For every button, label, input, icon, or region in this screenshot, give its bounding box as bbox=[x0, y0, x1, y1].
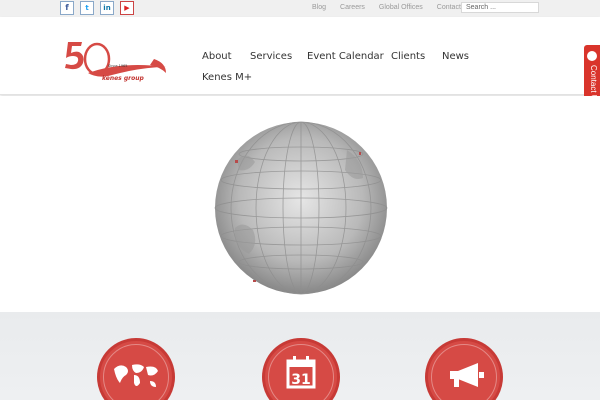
link-global-offices[interactable]: Global Offices bbox=[379, 4, 423, 11]
feature-world-map[interactable] bbox=[97, 338, 175, 400]
link-careers[interactable]: Careers bbox=[340, 4, 365, 11]
nav-clients[interactable]: Clients bbox=[391, 51, 425, 62]
feature-megaphone[interactable] bbox=[425, 338, 503, 400]
youtube-glyph: ▶ bbox=[124, 3, 130, 12]
nav-about[interactable]: About bbox=[202, 51, 232, 62]
nav-services[interactable]: Services bbox=[250, 51, 292, 62]
calendar-day: 31 bbox=[291, 372, 310, 388]
megaphone-icon bbox=[450, 363, 484, 387]
logo-since: Since 1965 bbox=[108, 64, 128, 68]
linkedin-glyph: in bbox=[103, 3, 111, 12]
facebook-glyph: f bbox=[65, 3, 69, 12]
link-blog[interactable]: Blog bbox=[312, 4, 326, 11]
hero-section bbox=[0, 96, 600, 312]
page: f t in ▶ Blog Careers Global Offices Con… bbox=[0, 0, 600, 400]
nav-news[interactable]: News bbox=[442, 51, 469, 62]
linkedin-icon[interactable]: in bbox=[100, 1, 114, 15]
top-utility-bar: f t in ▶ Blog Careers Global Offices Con… bbox=[0, 0, 600, 17]
features-section: 31 bbox=[0, 312, 600, 400]
nav-kenes-m-plus[interactable]: Kenes M+ bbox=[202, 72, 252, 83]
kenes-logo[interactable]: Since 1965 kenes group bbox=[62, 39, 170, 83]
twitter-glyph: t bbox=[85, 3, 89, 12]
nav-event-calendar[interactable]: Event Calendar bbox=[307, 51, 384, 62]
top-links: Blog Careers Global Offices Contact Us bbox=[312, 4, 485, 11]
world-map-icon bbox=[114, 364, 158, 387]
globe-icon bbox=[214, 121, 388, 295]
social-links: f t in ▶ bbox=[60, 1, 134, 15]
youtube-icon[interactable]: ▶ bbox=[120, 1, 134, 15]
contact-icon bbox=[587, 51, 597, 61]
logo-brand: kenes group bbox=[102, 75, 144, 82]
feature-calendar[interactable]: 31 bbox=[262, 338, 340, 400]
calendar-icon: 31 bbox=[286, 356, 316, 389]
search-input[interactable]: Search ... bbox=[461, 2, 539, 13]
site-header: Since 1965 kenes group About Services Ev… bbox=[0, 17, 600, 95]
facebook-icon[interactable]: f bbox=[60, 1, 74, 15]
twitter-icon[interactable]: t bbox=[80, 1, 94, 15]
